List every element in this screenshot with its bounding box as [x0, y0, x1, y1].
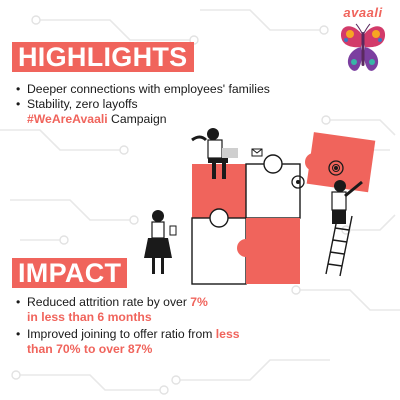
campaign-hashtag: #WeAreAvaali — [27, 112, 108, 126]
highlight-text: Stability, zero layoffs — [27, 97, 138, 111]
impact-highlight: than 70% to over 87% — [27, 342, 153, 356]
list-item: • Stability, zero layoffs #WeAreAvaali Cam… — [16, 97, 167, 126]
impact-text: Improved joining to offer ratio from — [27, 327, 216, 341]
highlight-text: Deeper connections with employees' famil… — [27, 82, 270, 96]
impact-highlight: in less than 6 months — [27, 310, 152, 324]
impact-highlight: less — [215, 327, 240, 341]
infographic-page: avaali HIGHLIGHTS • Deeper connections wi… — [0, 0, 400, 400]
list-item: • Improved joining to offer ratio from le… — [16, 327, 240, 356]
list-item: • Deeper connections with employees' fami… — [16, 82, 270, 96]
avaali-logo: avaali — [334, 4, 392, 78]
impact-list: • Reduced attrition rate by over 7% in les… — [16, 295, 376, 359]
impact-heading: IMPACT — [12, 258, 128, 288]
highlights-list: • Deeper connections with employees' fami… — [16, 82, 346, 127]
logo-wordmark: avaali — [343, 5, 383, 20]
puzzle-teamwork-illustration — [144, 128, 376, 285]
impact-highlight: 7% — [190, 295, 208, 309]
impact-text: Reduced attrition rate by over — [27, 295, 191, 309]
butterfly-icon — [340, 23, 386, 71]
list-item: • Reduced attrition rate by over 7% in les… — [16, 295, 208, 324]
highlights-heading: HIGHLIGHTS — [12, 42, 194, 72]
